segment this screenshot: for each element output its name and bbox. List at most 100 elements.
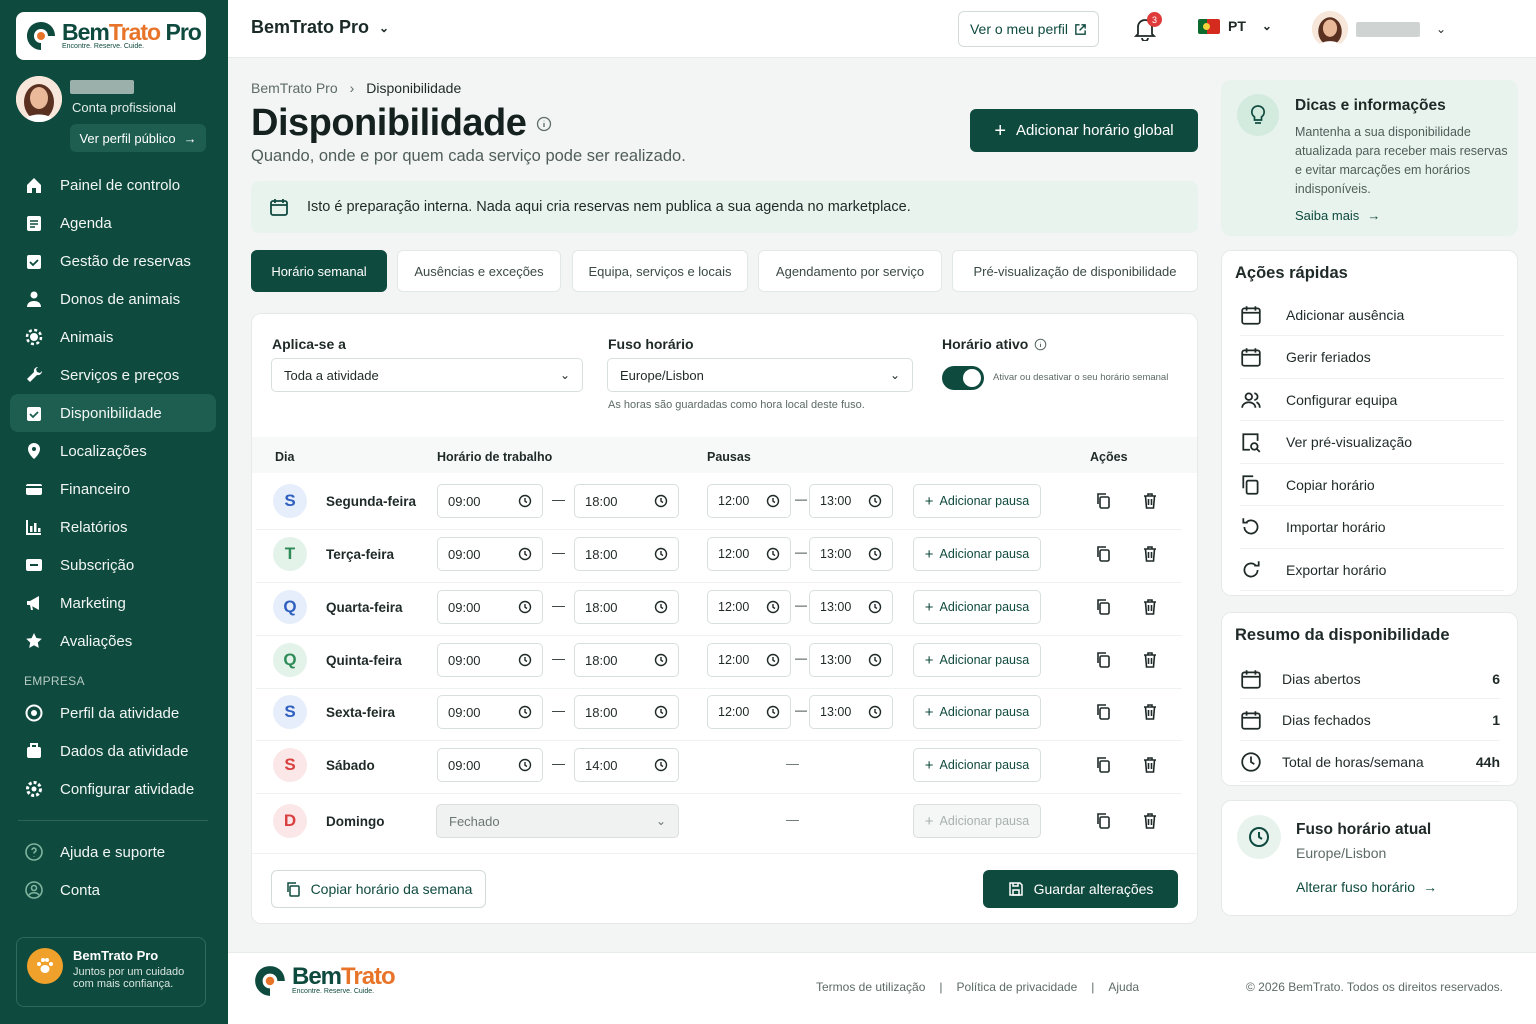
break-end-input[interactable]: 13:00	[809, 484, 893, 518]
public-profile-button[interactable]: Ver perfil público →	[70, 124, 206, 152]
copy-day-icon[interactable]	[1095, 545, 1112, 563]
sidebar-item-conta[interactable]: Conta	[10, 871, 216, 909]
quick-action-configurar-equipa[interactable]: Configurar equipa	[1240, 379, 1504, 421]
tab-pre-visualizacao[interactable]: Pré-visualização de disponibilidade	[952, 250, 1198, 292]
info-icon[interactable]	[536, 116, 552, 132]
break-start-input[interactable]: 12:00	[707, 537, 791, 571]
copy-day-icon[interactable]	[1095, 598, 1112, 616]
sidebar-item-dados-da-atividade[interactable]: Dados da atividade	[10, 732, 216, 770]
trash-icon[interactable]	[1142, 756, 1158, 774]
work-end-input[interactable]: 18:00	[574, 590, 679, 624]
trash-icon[interactable]	[1142, 545, 1158, 563]
footer-privacy-link[interactable]: Política de privacidade	[957, 980, 1078, 994]
break-end-input[interactable]: 13:00	[809, 695, 893, 729]
break-end-input[interactable]: 13:00	[809, 590, 893, 624]
quick-action-adicionar-ausencia[interactable]: Adicionar ausência	[1240, 294, 1504, 336]
copy-day-icon[interactable]	[1095, 492, 1112, 510]
work-start-input[interactable]: 09:00	[437, 484, 543, 518]
add-global-schedule-button[interactable]: + Adicionar horário global	[970, 109, 1198, 152]
change-timezone-link[interactable]: Alterar fuso horário →	[1296, 879, 1437, 895]
copy-day-icon[interactable]	[1095, 756, 1112, 774]
quick-action-importar-horario[interactable]: Importar horário	[1240, 507, 1504, 549]
closed-select[interactable]: Fechado ⌄	[436, 804, 679, 838]
copy-day-icon[interactable]	[1095, 812, 1112, 830]
sidebar-item-configurar-atividade[interactable]: Configurar atividade	[10, 770, 216, 808]
calendar-icon	[1241, 669, 1261, 689]
trash-icon[interactable]	[1142, 598, 1158, 616]
sidebar-item-painel-de-controlo[interactable]: Painel de controlo	[10, 166, 216, 204]
sidebar-item-gest-o-de-reservas[interactable]: Gestão de reservas	[10, 242, 216, 280]
copy-week-button[interactable]: Copiar horário da semana	[271, 870, 486, 908]
add-break-button[interactable]: + Adicionar pausa	[913, 748, 1041, 782]
timezone-select[interactable]: Europe/Lisbon ⌄	[607, 358, 913, 392]
trash-icon[interactable]	[1142, 703, 1158, 721]
work-end-input[interactable]: 14:00	[574, 748, 679, 782]
footer-help-link[interactable]: Ajuda	[1108, 980, 1139, 994]
break-end-input[interactable]: 13:00	[809, 643, 893, 677]
break-start-input[interactable]: 12:00	[707, 484, 791, 518]
brand-logo[interactable]: BemTrato Pro Encontre. Reserve. Cuide.	[16, 12, 206, 60]
trash-icon[interactable]	[1142, 492, 1158, 510]
quick-action-gerir-feriados[interactable]: Gerir feriados	[1240, 337, 1504, 379]
tab-agendamento[interactable]: Agendamento por serviço	[758, 250, 942, 292]
work-end-input[interactable]: 18:00	[574, 484, 679, 518]
notifications-button[interactable]: 3	[1134, 12, 1162, 41]
sidebar-item-localiza-es[interactable]: Localizações	[10, 432, 216, 470]
sidebar-item-subscri-o[interactable]: Subscrição	[10, 546, 216, 584]
copy-day-icon[interactable]	[1095, 703, 1112, 721]
quick-action-ver-pre-visualizacao[interactable]: Ver pré-visualização	[1240, 422, 1504, 464]
breadcrumb-root[interactable]: BemTrato Pro	[251, 80, 338, 96]
sidebar-item-marketing[interactable]: Marketing	[10, 584, 216, 622]
trash-icon[interactable]	[1142, 651, 1158, 669]
applies-to-select[interactable]: Toda a atividade ⌄	[271, 358, 583, 392]
sidebar-item-donos-de-animais[interactable]: Donos de animais	[10, 280, 216, 318]
active-schedule-toggle[interactable]	[942, 366, 984, 390]
sidebar-item-avalia-es[interactable]: Avaliações	[10, 622, 216, 660]
add-break-button[interactable]: + Adicionar pausa	[913, 537, 1041, 571]
trash-icon[interactable]	[1142, 812, 1158, 830]
avatar[interactable]	[16, 76, 62, 122]
tab-ausencias[interactable]: Ausências e exceções	[397, 250, 561, 292]
save-changes-button[interactable]: Guardar alterações	[983, 870, 1178, 908]
work-start-input[interactable]: 09:00	[437, 643, 543, 677]
break-start-input[interactable]: 12:00	[707, 643, 791, 677]
footer-terms-link[interactable]: Termos de utilização	[816, 980, 925, 994]
sidebar-item-disponibilidade[interactable]: Disponibilidade	[10, 394, 216, 432]
sidebar-item-relat-rios[interactable]: Relatórios	[10, 508, 216, 546]
copy-day-icon[interactable]	[1095, 651, 1112, 669]
add-break-label: Adicionar pausa	[939, 705, 1030, 719]
add-break-button[interactable]: + Adicionar pausa	[913, 484, 1041, 518]
work-start-input[interactable]: 09:00	[437, 748, 543, 782]
export-icon	[1243, 560, 1260, 577]
work-start-input[interactable]: 09:00	[437, 590, 543, 624]
quick-action-exportar-horario[interactable]: Exportar horário	[1240, 549, 1504, 591]
tab-horario-semanal[interactable]: Horário semanal	[251, 250, 387, 292]
work-end-input[interactable]: 18:00	[574, 537, 679, 571]
view-profile-button[interactable]: Ver o meu perfil	[958, 11, 1099, 47]
work-end-input[interactable]: 18:00	[574, 695, 679, 729]
user-menu[interactable]: ⌄	[1312, 11, 1446, 47]
work-start-input[interactable]: 09:00	[437, 695, 543, 729]
work-end-input[interactable]: 18:00	[574, 643, 679, 677]
break-start-input[interactable]: 12:00	[707, 590, 791, 624]
add-break-button[interactable]: + Adicionar pausa	[913, 643, 1041, 677]
tab-equipa[interactable]: Equipa, serviços e locais	[572, 250, 748, 292]
sidebar-item-perfil-da-atividade[interactable]: Perfil da atividade	[10, 694, 216, 732]
sidebar-item-servi-os-e-pre-os[interactable]: Serviços e preços	[10, 356, 216, 394]
quick-action-copiar-horario[interactable]: Copiar horário	[1240, 464, 1504, 506]
work-start-input[interactable]: 09:00	[437, 537, 543, 571]
break-start-input[interactable]: 12:00	[707, 695, 791, 729]
sidebar-item-agenda[interactable]: Agenda	[10, 204, 216, 242]
add-break-button[interactable]: + Adicionar pausa	[913, 695, 1041, 729]
language-select[interactable]: PT ⌄	[1198, 18, 1272, 34]
tips-learn-more-link[interactable]: Saiba mais →	[1295, 208, 1380, 223]
info-icon[interactable]	[1034, 338, 1047, 351]
sidebar-item-ajuda-e-suporte[interactable]: Ajuda e suporte	[10, 833, 216, 871]
add-break-button[interactable]: + Adicionar pausa	[913, 804, 1041, 838]
break-end-input[interactable]: 13:00	[809, 537, 893, 571]
sidebar-item-animais[interactable]: Animais	[10, 318, 216, 356]
sidebar-item-financeiro[interactable]: Financeiro	[10, 470, 216, 508]
add-break-button[interactable]: + Adicionar pausa	[913, 590, 1041, 624]
app-switcher[interactable]: BemTrato Pro ⌄	[251, 17, 389, 38]
time-value: 12:00	[718, 547, 750, 561]
